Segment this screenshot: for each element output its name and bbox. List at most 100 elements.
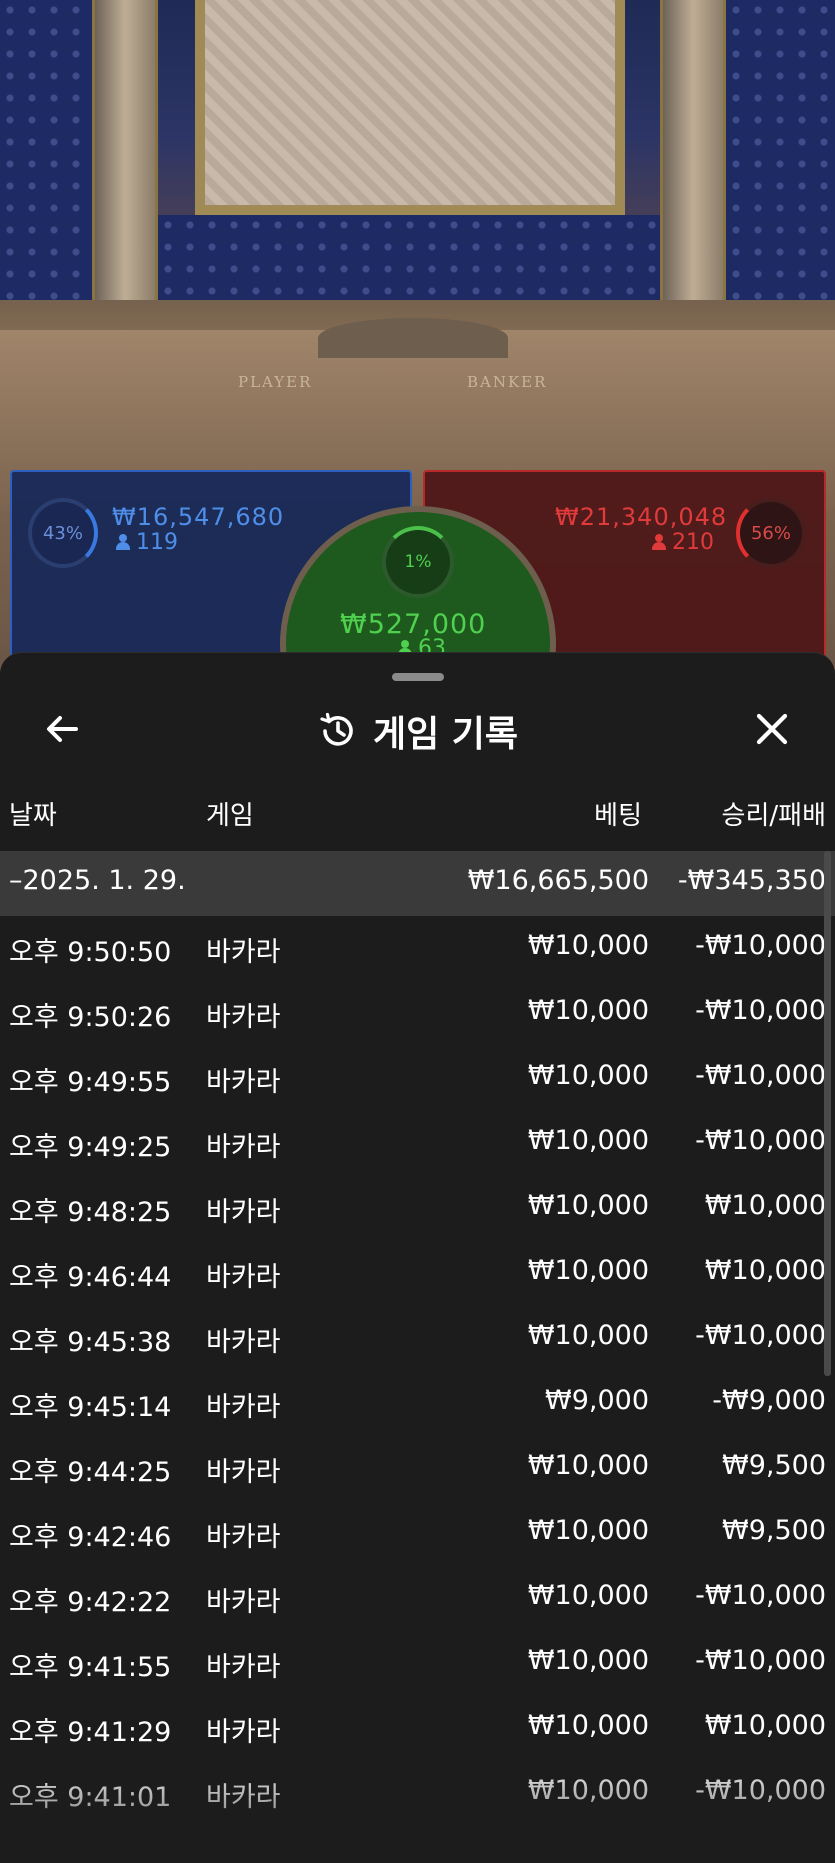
- history-row[interactable]: 오후 9:41:29 바카라 ₩10,000 ₩10,000: [0, 1696, 835, 1761]
- wall-frame: [195, 0, 625, 215]
- row-time: 오후 9:50:26: [9, 1002, 172, 1033]
- row-bet: ₩10,000: [527, 1515, 649, 1546]
- person-icon: [116, 534, 130, 550]
- history-row[interactable]: 오후 9:46:44 바카라 ₩10,000 ₩10,000: [0, 1241, 835, 1306]
- column-header-result: 승리/패배: [721, 801, 826, 831]
- column-header-game: 게임: [206, 801, 254, 831]
- row-time: 오후 9:50:50: [9, 937, 172, 968]
- row-bet: ₩9,000: [545, 1385, 649, 1416]
- row-bet: ₩10,000: [527, 1645, 649, 1676]
- history-row[interactable]: 오후 9:45:38 바카라 ₩10,000 -₩10,000: [0, 1306, 835, 1371]
- row-result: -₩10,000: [695, 1645, 826, 1676]
- history-icon: [320, 712, 353, 746]
- row-bet: ₩10,000: [527, 1580, 649, 1611]
- scrollbar[interactable]: [824, 851, 831, 1376]
- tie-percent: 1%: [404, 552, 432, 572]
- row-game: 바카라: [206, 937, 281, 968]
- row-bet: ₩10,000: [527, 1060, 649, 1091]
- game-history-sheet: 게임 기록 날짜 게임 베팅 승리/패배 –2025. 1. 29. ₩16,6…: [0, 652, 835, 1863]
- wall-panel-left: [0, 0, 100, 300]
- banker-percent-ring: 56%: [736, 498, 806, 568]
- row-bet: ₩10,000: [527, 1775, 649, 1806]
- row-game: 바카라: [206, 1782, 281, 1813]
- row-time: 오후 9:48:25: [9, 1197, 172, 1228]
- table-label-banker: BANKER: [467, 373, 548, 391]
- history-row[interactable]: 오후 9:44:25 바카라 ₩10,000 ₩9,500: [0, 1436, 835, 1501]
- row-result: -₩10,000: [695, 1320, 826, 1351]
- row-game: 바카라: [206, 1197, 281, 1228]
- history-row[interactable]: 오후 9:49:55 바카라 ₩10,000 -₩10,000: [0, 1046, 835, 1111]
- group-date: –2025. 1. 29.: [9, 865, 186, 896]
- banker-total-amount: ₩21,340,048: [555, 503, 728, 531]
- row-time: 오후 9:49:55: [9, 1067, 172, 1098]
- row-game: 바카라: [206, 1457, 281, 1488]
- row-result: -₩10,000: [695, 995, 826, 1026]
- row-game: 바카라: [206, 1717, 281, 1748]
- wall-panel-center: [158, 215, 678, 300]
- row-result: -₩10,000: [695, 1125, 826, 1156]
- row-time: 오후 9:45:14: [9, 1392, 172, 1423]
- history-list: –2025. 1. 29. ₩16,665,500 -₩345,350 오후 9…: [0, 851, 835, 1826]
- banker-percent: 56%: [750, 522, 791, 544]
- row-bet: ₩10,000: [527, 1710, 649, 1741]
- sheet-drag-handle[interactable]: [392, 673, 444, 681]
- row-result: ₩10,000: [704, 1255, 826, 1286]
- row-result: -₩9,000: [712, 1385, 826, 1416]
- person-icon: [652, 534, 666, 550]
- row-time: 오후 9:42:46: [9, 1522, 172, 1553]
- row-result: -₩10,000: [695, 1580, 826, 1611]
- row-time: 오후 9:46:44: [9, 1262, 172, 1293]
- sheet-title: 게임 기록: [372, 714, 518, 755]
- wall-panel-right: [726, 0, 835, 300]
- row-result: -₩10,000: [695, 1060, 826, 1091]
- date-group-row[interactable]: –2025. 1. 29. ₩16,665,500 -₩345,350: [0, 851, 835, 916]
- column-header-bet: 베팅: [594, 801, 642, 831]
- row-bet: ₩10,000: [527, 1125, 649, 1156]
- row-game: 바카라: [206, 1587, 281, 1618]
- banker-count-value: 210: [672, 530, 714, 555]
- close-icon: [756, 713, 788, 745]
- row-result: -₩10,000: [695, 1775, 826, 1806]
- row-time: 오후 9:49:25: [9, 1132, 172, 1163]
- row-bet: ₩10,000: [527, 930, 649, 961]
- history-row[interactable]: 오후 9:48:25 바카라 ₩10,000 ₩10,000: [0, 1176, 835, 1241]
- history-row[interactable]: 오후 9:45:14 바카라 ₩9,000 -₩9,000: [0, 1371, 835, 1436]
- close-button[interactable]: [742, 699, 802, 759]
- row-bet: ₩10,000: [527, 1190, 649, 1221]
- player-count-value: 119: [136, 530, 178, 555]
- row-game: 바카라: [206, 1132, 281, 1163]
- row-time: 오후 9:41:55: [9, 1652, 172, 1683]
- row-time: 오후 9:41:01: [9, 1782, 172, 1813]
- row-bet: ₩10,000: [527, 1255, 649, 1286]
- row-result: ₩10,000: [704, 1190, 826, 1221]
- group-result-total: -₩345,350: [677, 865, 826, 896]
- live-game-view: PLAYER BANKER 43% ₩16,547,680 119 56% ₩2…: [0, 0, 835, 680]
- pillar-left: [92, 0, 158, 300]
- history-row[interactable]: 오후 9:42:22 바카라 ₩10,000 -₩10,000: [0, 1566, 835, 1631]
- history-row[interactable]: 오후 9:41:55 바카라 ₩10,000 -₩10,000: [0, 1631, 835, 1696]
- dealer-chair: [318, 318, 508, 358]
- row-game: 바카라: [206, 1002, 281, 1033]
- column-header-date: 날짜: [9, 801, 57, 831]
- history-row[interactable]: 오후 9:50:26 바카라 ₩10,000 -₩10,000: [0, 981, 835, 1046]
- row-game: 바카라: [206, 1067, 281, 1098]
- sheet-header: 게임 기록: [0, 705, 835, 757]
- row-time: 오후 9:42:22: [9, 1587, 172, 1618]
- tie-percent-ring: 1%: [382, 526, 454, 598]
- row-game: 바카라: [206, 1652, 281, 1683]
- row-game: 바카라: [206, 1327, 281, 1358]
- history-row[interactable]: 오후 9:49:25 바카라 ₩10,000 -₩10,000: [0, 1111, 835, 1176]
- row-game: 바카라: [206, 1392, 281, 1423]
- history-row[interactable]: 오후 9:50:50 바카라 ₩10,000 -₩10,000: [0, 916, 835, 981]
- history-row[interactable]: 오후 9:42:46 바카라 ₩10,000 ₩9,500: [0, 1501, 835, 1566]
- player-bettor-count: 119: [116, 530, 178, 555]
- row-bet: ₩10,000: [527, 1320, 649, 1351]
- player-total-amount: ₩16,547,680: [112, 503, 285, 531]
- pillar-right: [660, 0, 726, 300]
- row-result: ₩10,000: [704, 1710, 826, 1741]
- group-bet-total: ₩16,665,500: [467, 865, 649, 896]
- row-time: 오후 9:45:38: [9, 1327, 172, 1358]
- table-label-player: PLAYER: [238, 373, 313, 391]
- history-row[interactable]: 오후 9:41:01 바카라 ₩10,000 -₩10,000: [0, 1761, 835, 1826]
- banker-bettor-count: 210: [652, 530, 714, 555]
